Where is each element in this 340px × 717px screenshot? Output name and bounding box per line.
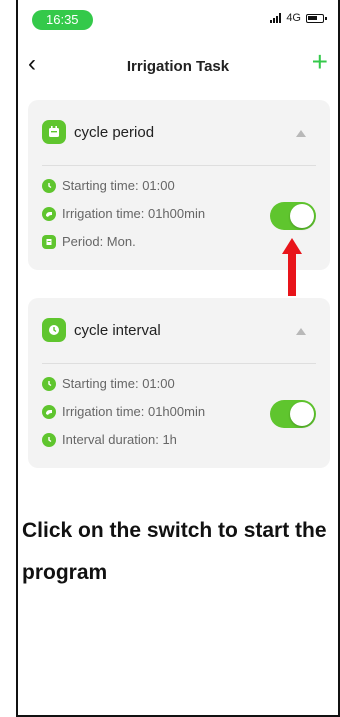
toggle-knob xyxy=(290,204,314,228)
status-time: 16:35 xyxy=(32,10,93,30)
clipboard-icon xyxy=(42,234,56,249)
card-header[interactable]: cycle period xyxy=(42,100,316,166)
toggle-knob xyxy=(290,402,314,426)
card-header[interactable]: cycle interval xyxy=(42,298,316,364)
collapse-triangle-icon[interactable] xyxy=(296,328,306,335)
red-arrow-icon xyxy=(282,238,302,296)
clock-icon xyxy=(42,376,56,391)
clock-icon xyxy=(42,178,56,193)
row-irrigation-time: Irrigation time: 01h00min xyxy=(42,404,205,419)
cycle-interval-toggle[interactable] xyxy=(270,400,316,428)
status-bar: 16:35 4G xyxy=(18,0,338,40)
add-task-icon[interactable]: + xyxy=(312,48,328,76)
row-text: Interval duration: 1h xyxy=(62,432,177,447)
instruction-text: Click on the switch to start the program xyxy=(22,519,327,584)
calendar-icon xyxy=(42,120,66,144)
card-title: cycle interval xyxy=(74,322,161,339)
watering-can-icon xyxy=(42,206,56,221)
status-indicators: 4G xyxy=(270,12,327,24)
card-cycle-interval: cycle interval Starting time: 01:00 Irri… xyxy=(28,298,330,468)
network-label: 4G xyxy=(286,12,301,24)
row-interval-duration: Interval duration: 1h xyxy=(42,432,177,447)
clock-icon xyxy=(42,432,56,447)
row-text: Irrigation time: 01h00min xyxy=(62,404,206,419)
row-text: Starting time: 01:00 xyxy=(62,178,175,193)
row-text: Period: Mon. xyxy=(62,234,136,249)
card-title: cycle period xyxy=(74,124,155,141)
row-irrigation-time: Irrigation time: 01h00min xyxy=(42,206,205,221)
row-period: Period: Mon. xyxy=(42,234,136,249)
phone-frame: 16:35 4G ‹ Irrigation Task + cycle perio… xyxy=(16,0,340,717)
row-starting-time: Starting time: 01:00 xyxy=(42,376,175,391)
battery-icon xyxy=(306,13,327,23)
row-text: Irrigation time: 01h00min xyxy=(62,206,206,221)
signal-icon xyxy=(270,13,282,23)
watering-can-icon xyxy=(42,404,56,419)
nav-bar: ‹ Irrigation Task + xyxy=(18,46,338,86)
row-text: Starting time: 01:00 xyxy=(62,376,175,391)
page-title: Irrigation Task xyxy=(126,58,230,75)
collapse-triangle-icon[interactable] xyxy=(296,130,306,137)
row-starting-time: Starting time: 01:00 xyxy=(42,178,175,193)
cycle-period-toggle[interactable] xyxy=(270,202,316,230)
timer-icon xyxy=(42,318,66,342)
